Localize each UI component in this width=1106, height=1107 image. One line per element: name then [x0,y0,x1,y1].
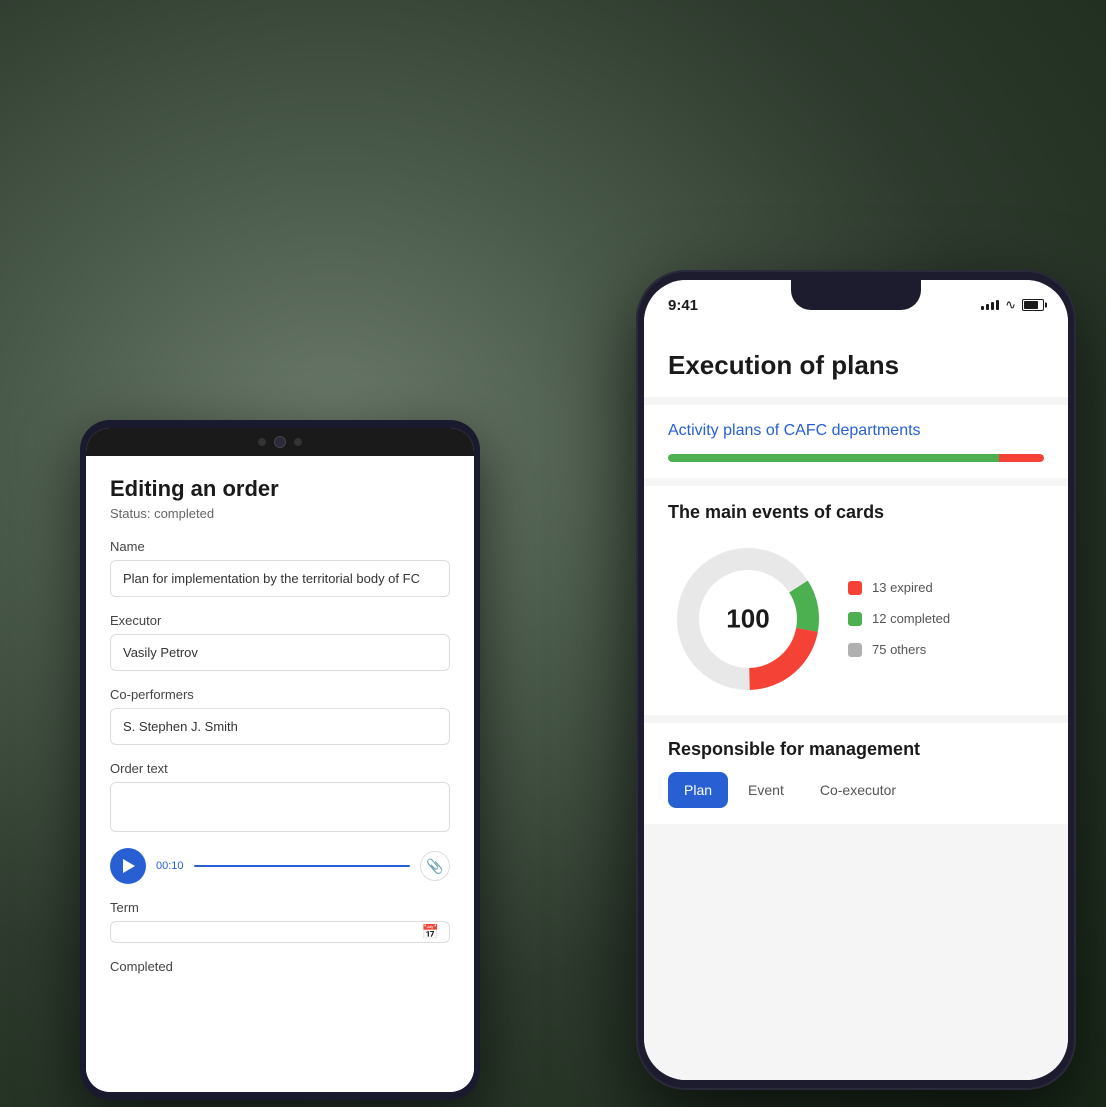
order-text-input[interactable] [110,782,450,832]
ios-title-section: Execution of plans [644,330,1068,397]
calendar-icon: 📅 [422,924,439,941]
wifi-icon: ∿ [1005,297,1016,313]
events-content: 100 13 expired 12 completed [668,539,1044,699]
responsible-title: Responsible for management [668,739,1044,760]
name-input[interactable]: Plan for implementation by the territori… [110,560,450,597]
legend-label-others: 75 others [872,642,926,657]
progress-bar-container [668,454,1044,462]
legend-item-others: 75 others [848,642,1044,657]
battery-icon [1022,299,1044,311]
term-input[interactable]: 📅 [110,921,450,943]
play-icon [123,859,135,873]
signal-bar-1 [981,306,984,310]
donut-center-value: 100 [726,603,769,634]
signal-bar-2 [986,304,989,310]
name-label: Name [110,539,450,554]
responsible-section: Responsible for management Plan Event Co… [644,723,1068,824]
legend-dot-others [848,643,862,657]
android-status-bar [86,428,474,456]
ios-phone: 9:41 ∿ Execution of plans Activity pla [636,270,1076,1090]
audio-player: 00:10 📎 [110,848,450,884]
android-status-text: Status: completed [110,506,450,521]
legend-item-completed: 12 completed [848,611,1044,626]
android-page-title: Editing an order [110,476,450,502]
ios-notch [791,280,921,310]
ios-status-icons: ∿ [981,297,1044,313]
tab-plan[interactable]: Plan [668,772,728,808]
progress-bar-fill [668,454,1044,462]
events-section: The main events of cards 100 [644,486,1068,715]
battery-fill [1024,301,1038,309]
executor-label: Executor [110,613,450,628]
android-content: Editing an order Status: completed Name … [86,456,474,1092]
ios-activity-card: Activity plans of CAFC departments [644,405,1068,478]
signal-bars [981,300,999,310]
legend-label-completed: 12 completed [872,611,950,626]
legend-item-expired: 13 expired [848,580,1044,595]
tab-co-executor[interactable]: Co-executor [804,772,912,808]
tab-event[interactable]: Event [732,772,800,808]
audio-time: 00:10 [156,860,184,872]
ios-status-bar: 9:41 ∿ [644,280,1068,330]
audio-attach-button[interactable]: 📎 [420,851,450,881]
tab-bar: Plan Event Co-executor [668,772,1044,808]
android-dot-2 [294,438,302,446]
donut-chart: 100 [668,539,828,699]
android-camera [274,436,286,448]
audio-progress-bar [194,865,410,867]
signal-bar-4 [996,300,999,310]
play-button[interactable] [110,848,146,884]
android-phone-screen: Editing an order Status: completed Name … [86,428,474,1092]
order-text-label: Order text [110,761,450,776]
ios-page-title: Execution of plans [668,350,1044,381]
android-phone: Editing an order Status: completed Name … [80,420,480,1100]
chart-legend: 13 expired 12 completed 75 others [848,580,1044,657]
ios-card-link[interactable]: Activity plans of CAFC departments [668,421,1044,442]
co-performers-label: Co-performers [110,687,450,702]
android-dot-1 [258,438,266,446]
ios-content: Execution of plans Activity plans of CAF… [644,330,1068,1080]
events-title: The main events of cards [668,502,1044,523]
completed-label: Completed [110,959,450,974]
term-label: Term [110,900,450,915]
legend-dot-expired [848,581,862,595]
legend-label-expired: 13 expired [872,580,933,595]
co-performers-input[interactable]: S. Stephen J. Smith [110,708,450,745]
ios-time: 9:41 [668,297,698,314]
executor-input[interactable]: Vasily Petrov [110,634,450,671]
legend-dot-completed [848,612,862,626]
signal-bar-3 [991,302,994,310]
ios-phone-screen: 9:41 ∿ Execution of plans Activity pla [644,280,1068,1080]
